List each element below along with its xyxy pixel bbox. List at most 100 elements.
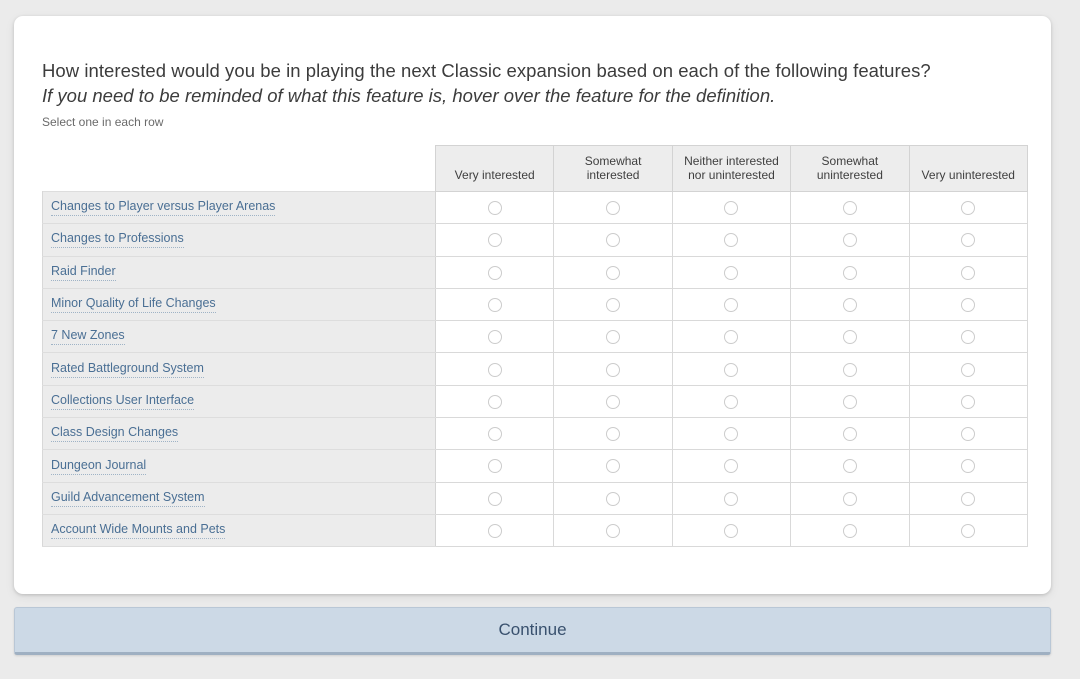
matrix-option-cell[interactable] bbox=[909, 224, 1027, 256]
matrix-option-cell[interactable] bbox=[554, 450, 672, 482]
radio-button[interactable] bbox=[724, 298, 738, 312]
matrix-row-label[interactable]: Changes to Professions bbox=[51, 231, 184, 248]
matrix-option-cell[interactable] bbox=[672, 192, 790, 224]
matrix-option-cell[interactable] bbox=[436, 256, 554, 288]
matrix-option-cell[interactable] bbox=[554, 192, 672, 224]
radio-button[interactable] bbox=[961, 233, 975, 247]
matrix-option-cell[interactable] bbox=[554, 321, 672, 353]
radio-button[interactable] bbox=[724, 201, 738, 215]
matrix-option-cell[interactable] bbox=[791, 418, 909, 450]
matrix-option-cell[interactable] bbox=[436, 385, 554, 417]
radio-button[interactable] bbox=[606, 201, 620, 215]
matrix-row-label[interactable]: Account Wide Mounts and Pets bbox=[51, 522, 225, 539]
radio-button[interactable] bbox=[843, 524, 857, 538]
radio-button[interactable] bbox=[843, 427, 857, 441]
radio-button[interactable] bbox=[606, 266, 620, 280]
matrix-row-label[interactable]: Changes to Player versus Player Arenas bbox=[51, 199, 275, 216]
matrix-option-cell[interactable] bbox=[909, 256, 1027, 288]
radio-button[interactable] bbox=[488, 524, 502, 538]
matrix-option-cell[interactable] bbox=[791, 482, 909, 514]
matrix-option-cell[interactable] bbox=[554, 482, 672, 514]
matrix-option-cell[interactable] bbox=[436, 288, 554, 320]
matrix-option-cell[interactable] bbox=[436, 450, 554, 482]
radio-button[interactable] bbox=[961, 395, 975, 409]
radio-button[interactable] bbox=[488, 330, 502, 344]
radio-button[interactable] bbox=[488, 298, 502, 312]
matrix-row-label[interactable]: Minor Quality of Life Changes bbox=[51, 296, 216, 313]
radio-button[interactable] bbox=[843, 298, 857, 312]
radio-button[interactable] bbox=[724, 395, 738, 409]
matrix-option-cell[interactable] bbox=[791, 514, 909, 546]
matrix-option-cell[interactable] bbox=[672, 482, 790, 514]
matrix-option-cell[interactable] bbox=[554, 353, 672, 385]
radio-button[interactable] bbox=[961, 266, 975, 280]
matrix-option-cell[interactable] bbox=[672, 288, 790, 320]
radio-button[interactable] bbox=[724, 427, 738, 441]
radio-button[interactable] bbox=[961, 427, 975, 441]
matrix-option-cell[interactable] bbox=[672, 450, 790, 482]
radio-button[interactable] bbox=[843, 459, 857, 473]
matrix-option-cell[interactable] bbox=[554, 256, 672, 288]
matrix-option-cell[interactable] bbox=[791, 224, 909, 256]
matrix-option-cell[interactable] bbox=[554, 514, 672, 546]
radio-button[interactable] bbox=[724, 330, 738, 344]
radio-button[interactable] bbox=[961, 363, 975, 377]
matrix-option-cell[interactable] bbox=[554, 418, 672, 450]
radio-button[interactable] bbox=[488, 492, 502, 506]
matrix-option-cell[interactable] bbox=[554, 288, 672, 320]
matrix-row-label[interactable]: Rated Battleground System bbox=[51, 361, 204, 378]
matrix-option-cell[interactable] bbox=[791, 385, 909, 417]
radio-button[interactable] bbox=[843, 266, 857, 280]
radio-button[interactable] bbox=[488, 459, 502, 473]
matrix-option-cell[interactable] bbox=[672, 256, 790, 288]
radio-button[interactable] bbox=[606, 363, 620, 377]
matrix-option-cell[interactable] bbox=[436, 482, 554, 514]
radio-button[interactable] bbox=[961, 298, 975, 312]
matrix-option-cell[interactable] bbox=[909, 353, 1027, 385]
radio-button[interactable] bbox=[724, 363, 738, 377]
radio-button[interactable] bbox=[724, 233, 738, 247]
radio-button[interactable] bbox=[488, 395, 502, 409]
matrix-option-cell[interactable] bbox=[791, 321, 909, 353]
matrix-option-cell[interactable] bbox=[672, 514, 790, 546]
matrix-row-label[interactable]: Guild Advancement System bbox=[51, 490, 205, 507]
radio-button[interactable] bbox=[488, 427, 502, 441]
matrix-option-cell[interactable] bbox=[672, 321, 790, 353]
radio-button[interactable] bbox=[843, 395, 857, 409]
matrix-option-cell[interactable] bbox=[791, 256, 909, 288]
radio-button[interactable] bbox=[606, 330, 620, 344]
radio-button[interactable] bbox=[606, 459, 620, 473]
radio-button[interactable] bbox=[724, 459, 738, 473]
radio-button[interactable] bbox=[606, 492, 620, 506]
radio-button[interactable] bbox=[488, 363, 502, 377]
matrix-row-label[interactable]: Class Design Changes bbox=[51, 425, 178, 442]
matrix-option-cell[interactable] bbox=[909, 482, 1027, 514]
matrix-option-cell[interactable] bbox=[909, 385, 1027, 417]
radio-button[interactable] bbox=[606, 298, 620, 312]
radio-button[interactable] bbox=[606, 427, 620, 441]
matrix-option-cell[interactable] bbox=[554, 385, 672, 417]
radio-button[interactable] bbox=[606, 524, 620, 538]
radio-button[interactable] bbox=[843, 201, 857, 215]
matrix-row-label[interactable]: Dungeon Journal bbox=[51, 458, 146, 475]
radio-button[interactable] bbox=[606, 233, 620, 247]
matrix-option-cell[interactable] bbox=[436, 418, 554, 450]
matrix-row-label[interactable]: Raid Finder bbox=[51, 264, 116, 281]
matrix-option-cell[interactable] bbox=[672, 418, 790, 450]
radio-button[interactable] bbox=[961, 201, 975, 215]
matrix-option-cell[interactable] bbox=[909, 321, 1027, 353]
matrix-option-cell[interactable] bbox=[554, 224, 672, 256]
matrix-option-cell[interactable] bbox=[436, 224, 554, 256]
radio-button[interactable] bbox=[961, 492, 975, 506]
radio-button[interactable] bbox=[961, 524, 975, 538]
radio-button[interactable] bbox=[488, 201, 502, 215]
matrix-option-cell[interactable] bbox=[436, 514, 554, 546]
matrix-option-cell[interactable] bbox=[436, 192, 554, 224]
matrix-option-cell[interactable] bbox=[672, 353, 790, 385]
radio-button[interactable] bbox=[961, 330, 975, 344]
radio-button[interactable] bbox=[961, 459, 975, 473]
radio-button[interactable] bbox=[488, 266, 502, 280]
matrix-option-cell[interactable] bbox=[909, 288, 1027, 320]
matrix-option-cell[interactable] bbox=[791, 353, 909, 385]
matrix-option-cell[interactable] bbox=[909, 450, 1027, 482]
